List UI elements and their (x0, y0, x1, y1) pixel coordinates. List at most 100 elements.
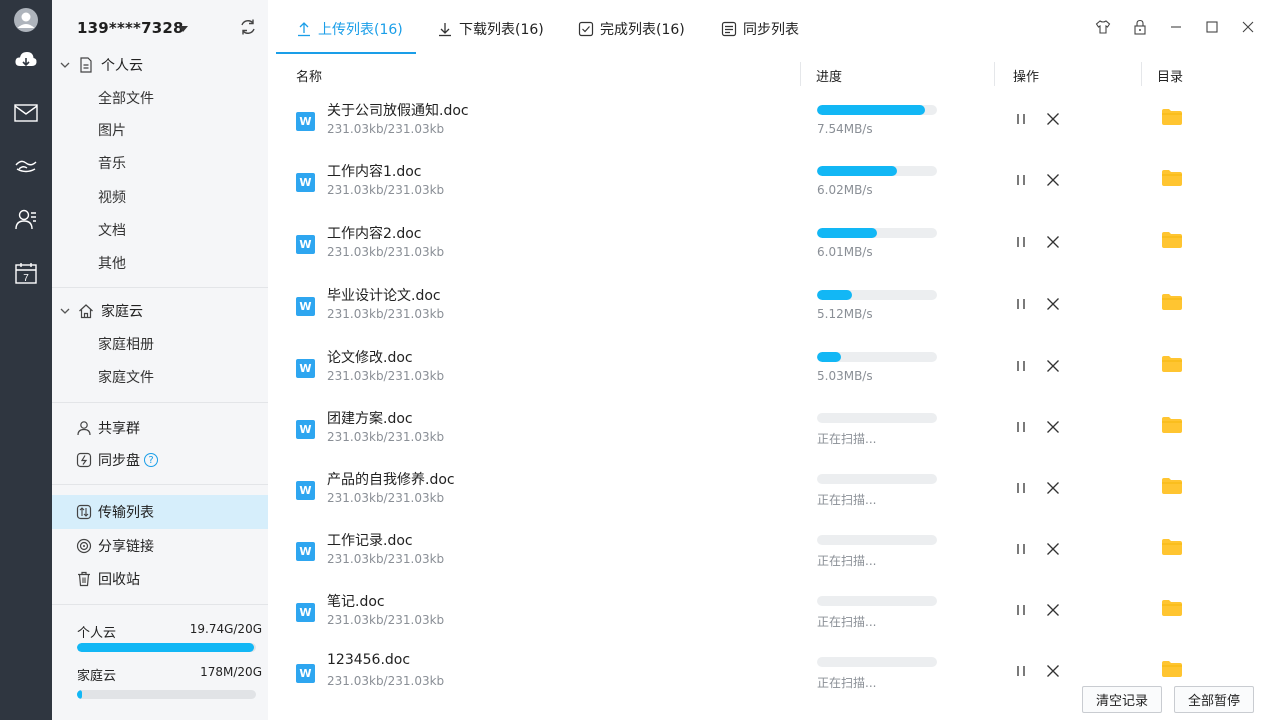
nav-sync-disk[interactable]: 同步盘 ? (52, 443, 268, 477)
folder-icon[interactable] (1161, 538, 1183, 556)
refresh-icon[interactable] (239, 18, 257, 36)
transfer-status: 5.03MB/s (817, 369, 873, 383)
table-row[interactable]: W 工作记录.doc 231.03kb/231.03kb 正在扫描... (268, 527, 1280, 588)
pause-icon[interactable] (1014, 173, 1028, 187)
help-icon[interactable]: ? (144, 453, 158, 467)
clear-records-button[interactable]: 清空记录 (1082, 686, 1162, 713)
table-row[interactable]: W 笔记.doc 231.03kb/231.03kb 正在扫描... (268, 588, 1280, 649)
table-row[interactable]: W 产品的自我修养.doc 231.03kb/231.03kb 正在扫描... (268, 466, 1280, 527)
tab-completed[interactable]: 完成列表(16) (578, 18, 685, 40)
chevron-down-icon[interactable] (60, 306, 70, 316)
progress-bar (817, 657, 937, 667)
nav-family-files[interactable]: 家庭文件 (98, 368, 154, 388)
folder-icon[interactable] (1161, 355, 1183, 373)
pause-icon[interactable] (1014, 542, 1028, 556)
mail-icon[interactable] (12, 99, 40, 127)
progress-bar (817, 474, 937, 484)
table-row[interactable]: W 关于公司放假通知.doc 231.03kb/231.03kb 7.54MB/s (268, 97, 1280, 158)
maximize-icon[interactable] (1203, 18, 1221, 36)
nav-other[interactable]: 其他 (98, 254, 126, 274)
cancel-icon[interactable] (1046, 664, 1060, 678)
minimize-icon[interactable] (1167, 18, 1185, 36)
table-row[interactable]: W 工作内容1.doc 231.03kb/231.03kb 6.02MB/s (268, 158, 1280, 219)
nav-family-album[interactable]: 家庭相册 (98, 335, 154, 355)
folder-icon[interactable] (1161, 293, 1183, 311)
cancel-icon[interactable] (1046, 112, 1060, 126)
file-name: 工作内容2.doc (327, 226, 422, 242)
quota-family-fill (77, 690, 83, 699)
cancel-icon[interactable] (1046, 235, 1060, 249)
nav-music[interactable]: 音乐 (98, 154, 126, 174)
folder-icon[interactable] (1161, 231, 1183, 249)
nav-transfer-list[interactable]: 传输列表 (52, 495, 268, 529)
table-row[interactable]: W 工作内容2.doc 231.03kb/231.03kb 6.01MB/s (268, 220, 1280, 281)
column-progress[interactable]: 进度 (816, 66, 842, 85)
pause-icon[interactable] (1014, 235, 1028, 249)
share-link-icon (76, 538, 92, 554)
tab-download[interactable]: 下载列表(16) (437, 18, 544, 40)
cloud-drive-icon[interactable] (12, 152, 40, 180)
nav-images[interactable]: 图片 (98, 121, 126, 141)
pause-icon[interactable] (1014, 297, 1028, 311)
file-size: 231.03kb/231.03kb (327, 369, 445, 383)
tab-sync[interactable]: 同步列表 (721, 18, 799, 40)
sync-list-icon (721, 21, 737, 37)
pause-icon[interactable] (1014, 359, 1028, 373)
folder-icon[interactable] (1161, 599, 1183, 617)
progress-bar (817, 352, 937, 362)
contacts-icon[interactable] (12, 205, 40, 233)
nav-video[interactable]: 视频 (98, 188, 126, 208)
pause-icon[interactable] (1014, 481, 1028, 495)
file-name: 工作记录.doc (327, 533, 413, 549)
lock-icon[interactable] (1131, 18, 1149, 36)
table-row[interactable]: W 毕业设计论文.doc 231.03kb/231.03kb 5.12MB/s (268, 282, 1280, 343)
folder-icon[interactable] (1161, 660, 1183, 678)
skin-icon[interactable] (1094, 18, 1112, 36)
nav-shared-group[interactable]: 共享群 (52, 411, 268, 445)
nav-label: 回收站 (98, 572, 140, 588)
file-name: 笔记.doc (327, 594, 385, 610)
account-dropdown-icon[interactable] (178, 26, 188, 32)
divider (52, 402, 268, 403)
column-action[interactable]: 操作 (1013, 66, 1039, 85)
folder-icon[interactable] (1161, 416, 1183, 434)
account-name[interactable]: 139****7328 (77, 19, 184, 37)
tab-upload[interactable]: 上传列表(16) (296, 18, 403, 40)
column-name[interactable]: 名称 (296, 66, 322, 85)
table-row[interactable]: W 论文修改.doc 231.03kb/231.03kb 5.03MB/s (268, 344, 1280, 405)
file-size: 231.03kb/231.03kb (327, 183, 445, 197)
cancel-icon[interactable] (1046, 542, 1060, 556)
transfer-status: 6.02MB/s (817, 183, 873, 197)
pause-icon[interactable] (1014, 420, 1028, 434)
nav-documents[interactable]: 文档 (98, 221, 126, 241)
pause-icon[interactable] (1014, 603, 1028, 617)
cancel-icon[interactable] (1046, 359, 1060, 373)
nav-share-links[interactable]: 分享链接 (52, 529, 268, 563)
word-file-icon: W (296, 359, 315, 378)
pause-all-button[interactable]: 全部暂停 (1174, 686, 1254, 713)
progress-bar (817, 105, 937, 115)
pause-icon[interactable] (1014, 112, 1028, 126)
nav-recycle-bin[interactable]: 回收站 (52, 562, 268, 596)
group-personal-cloud[interactable]: 个人云 (60, 54, 143, 76)
folder-icon[interactable] (1161, 108, 1183, 126)
group-family-cloud[interactable]: 家庭云 (60, 300, 143, 322)
folder-icon[interactable] (1161, 477, 1183, 495)
cancel-icon[interactable] (1046, 173, 1060, 187)
chevron-down-icon[interactable] (60, 60, 70, 70)
pause-icon[interactable] (1014, 664, 1028, 678)
cloud-icon[interactable] (12, 46, 40, 74)
tab-label: 下载列表(16) (459, 22, 544, 38)
close-window-icon[interactable] (1239, 18, 1257, 36)
cancel-icon[interactable] (1046, 297, 1060, 311)
avatar-icon[interactable] (12, 6, 40, 34)
folder-icon[interactable] (1161, 169, 1183, 187)
cancel-icon[interactable] (1046, 481, 1060, 495)
progress-bar (817, 535, 937, 545)
cancel-icon[interactable] (1046, 603, 1060, 617)
cancel-icon[interactable] (1046, 420, 1060, 434)
nav-all-files[interactable]: 全部文件 (98, 89, 154, 109)
calendar-icon[interactable]: 7 (12, 259, 40, 287)
column-directory[interactable]: 目录 (1157, 66, 1183, 85)
table-row[interactable]: W 团建方案.doc 231.03kb/231.03kb 正在扫描... (268, 405, 1280, 466)
